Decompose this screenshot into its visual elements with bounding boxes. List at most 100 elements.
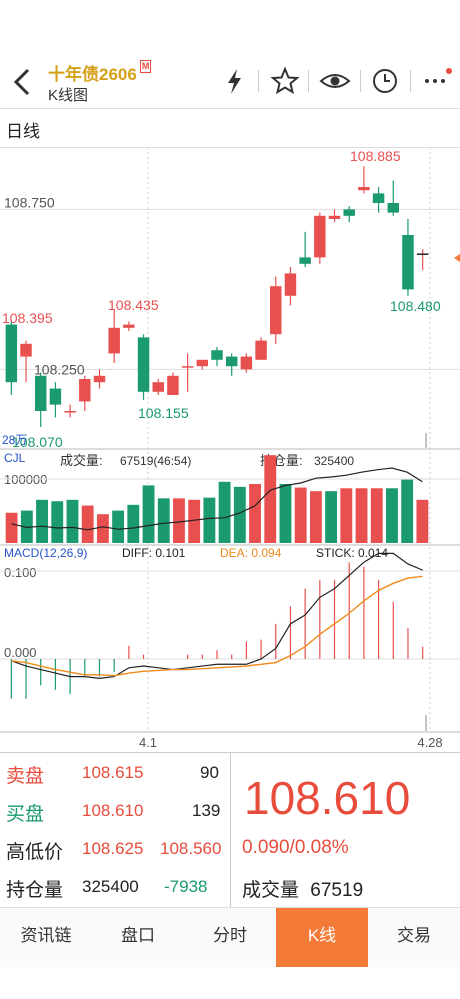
candle-body (299, 257, 311, 264)
star-icon[interactable] (268, 64, 302, 98)
open-interest-label: 持仓量 (6, 880, 64, 901)
back-icon[interactable] (8, 62, 38, 102)
nav-trade[interactable]: 交易 (368, 908, 460, 968)
period-tab-daily[interactable]: 日线 (6, 117, 40, 142)
volume-bar (5, 512, 18, 543)
candle-body (64, 411, 76, 413)
last-price: 108.610 (244, 772, 411, 824)
period-bar[interactable]: 日线 (0, 108, 460, 148)
price-change: 0.090/0.08% (242, 837, 349, 858)
volume-bar (157, 498, 170, 543)
nav-news-chain[interactable]: 资讯链 (0, 908, 92, 968)
bid-label: 买盘 (6, 804, 45, 825)
header-divider (360, 70, 361, 92)
nav-kline[interactable]: K线 (276, 908, 368, 968)
volume-bar (96, 514, 109, 543)
header-divider (308, 70, 309, 92)
volume-bar (264, 455, 277, 543)
volume-bar (36, 499, 48, 543)
volume-bar (294, 487, 307, 543)
ask-label: 卖盘 (6, 766, 45, 787)
bid-price: 108.610 (82, 801, 144, 820)
nav-intraday[interactable]: 分时 (184, 908, 276, 968)
eye-icon[interactable] (318, 64, 352, 98)
open-interest-value: 325400 (82, 877, 139, 896)
nav-order-book[interactable]: 盘口 (92, 908, 184, 968)
chart-subtitle: K线图 (48, 87, 89, 104)
candle-body (167, 375, 179, 395)
volume-bar (355, 488, 368, 543)
notification-dot (446, 68, 452, 74)
candle-body (240, 356, 253, 370)
macd-diff-line (11, 552, 423, 679)
volume-bar (370, 488, 383, 543)
volume-bar (279, 483, 292, 543)
volume-bar (142, 485, 155, 543)
bid-qty: 139 (192, 801, 221, 820)
volume-bar (340, 488, 353, 543)
volume-bar (309, 491, 322, 543)
max-price-label: 108.885 (350, 148, 401, 164)
candle-body (402, 235, 414, 290)
volume-bar (81, 505, 94, 543)
ask-price: 108.615 (82, 763, 144, 782)
candle-body (255, 340, 267, 360)
high-low-label: 高低价 (6, 842, 64, 863)
candle-body (211, 350, 223, 360)
lightning-icon[interactable] (218, 64, 252, 98)
candle-body (5, 324, 18, 383)
candle-body (372, 193, 385, 203)
x-axis-label-start: 4.1 (139, 735, 157, 750)
candle-body (225, 356, 238, 367)
macd-diff-value: DIFF: 0.101 (122, 546, 186, 560)
high-low-row: 高低价 108.625 108.560 (0, 829, 232, 867)
volume-unit-label: 28万 (2, 433, 27, 447)
candle-body (181, 366, 194, 368)
volume-bar (66, 499, 79, 543)
macd-axis-zero: 0.000 (4, 645, 37, 660)
x-axis-label-end: 4.28 (417, 735, 442, 750)
market-badge: M (139, 60, 152, 73)
right-low-label: 108.480 (390, 298, 441, 314)
volume-bar (386, 488, 398, 543)
volume-row: 成交量 67519 (242, 875, 363, 902)
volume-bar (249, 483, 261, 543)
candle-body (196, 359, 209, 367)
candle-body (93, 375, 106, 383)
mid-low-label: 108.155 (138, 405, 189, 421)
left-high-label: 108.395 (2, 310, 53, 326)
bottom-spacer (0, 967, 460, 999)
volume-bar (112, 510, 125, 543)
macd-dea-line (11, 575, 423, 677)
candle-body (137, 337, 150, 392)
ask-row: 卖盘 108.615 90 (0, 753, 232, 791)
header-divider (258, 70, 259, 92)
candle-body (79, 379, 91, 402)
volume-label: 成交量: (60, 453, 103, 468)
ask-qty: 90 (200, 763, 219, 782)
open-interest-change: -7938 (164, 877, 208, 896)
kline-chart[interactable]: 108.885 108.750 108.395 108.435 108.250 108.1… (0, 147, 460, 752)
volume-label: 成交量 (242, 880, 300, 901)
clock-icon[interactable] (368, 64, 402, 98)
volume-bar (188, 499, 201, 543)
volume-bar (127, 504, 140, 543)
mid-high-label: 108.435 (108, 297, 159, 313)
header-bar: 十年债2606 M K线图 (0, 0, 460, 108)
price-axis-label: 108.750 (4, 194, 55, 210)
volume-bar (325, 491, 338, 543)
candle-body (387, 203, 400, 213)
open-interest-value: 325400 (314, 454, 354, 468)
volume-bar (401, 479, 414, 543)
price-axis-label: 108.250 (34, 361, 85, 377)
bottom-nav: 资讯链 盘口 分时 K线 交易 (0, 907, 460, 968)
volume-bar (51, 501, 64, 543)
candle-body (123, 324, 135, 328)
candle-body (328, 215, 341, 219)
header-divider (410, 70, 411, 92)
macd-axis-top: 0.100 (4, 565, 37, 580)
volume-panel-name: CJL (4, 451, 26, 465)
volume-value: 67519 (310, 880, 364, 901)
last-price-pointer (454, 254, 460, 262)
candle-body (358, 187, 370, 191)
